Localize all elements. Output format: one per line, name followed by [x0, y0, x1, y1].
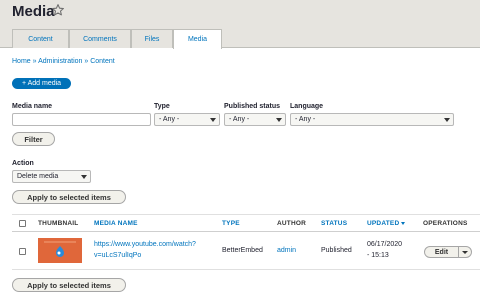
tab-files[interactable]: Files	[131, 29, 173, 48]
chevron-down-icon	[276, 118, 282, 122]
apply-selected-button-bottom[interactable]: Apply to selected items	[12, 278, 126, 292]
sort-desc-icon	[401, 221, 406, 225]
row-checkbox[interactable]	[19, 248, 26, 255]
star-icon[interactable]	[51, 3, 65, 17]
col-operations: OPERATIONS	[423, 220, 468, 227]
col-type[interactable]: TYPE	[222, 220, 240, 227]
chevron-down-icon	[81, 175, 87, 179]
apply-selected-button-top[interactable]: Apply to selected items	[12, 190, 126, 204]
action-select-value: Delete media	[17, 173, 59, 180]
col-author: AUTHOR	[277, 220, 307, 227]
media-name-line1[interactable]: https://www.youtube.com/watch?	[94, 241, 196, 248]
language-select-value: - Any -	[295, 116, 316, 123]
tab-content[interactable]: Content	[12, 29, 69, 48]
table-row: https://www.youtube.com/watch? v=uLcS7ul…	[12, 232, 480, 270]
edit-button[interactable]: Edit	[425, 247, 459, 257]
media-name-input[interactable]	[12, 113, 151, 126]
media-name-line2[interactable]: v=uLcS7ulIqPo	[94, 252, 141, 259]
operations-toggle[interactable]	[459, 247, 471, 257]
breadcrumb[interactable]: Home » Administration » Content	[12, 58, 115, 65]
tab-media[interactable]: Media	[173, 29, 222, 49]
col-thumbnail: THUMBNAIL	[38, 220, 79, 227]
tabs: Content Comments Files Media	[12, 29, 222, 49]
language-label: Language	[290, 103, 324, 110]
page-title: Media	[12, 3, 55, 20]
col-updated-label: UPDATED	[367, 220, 400, 227]
col-status[interactable]: STATUS	[321, 220, 347, 227]
type-label: Type	[154, 103, 170, 110]
chevron-down-icon	[462, 251, 468, 254]
page-header: Media Content Comments Files Media	[0, 0, 480, 49]
action-label: Action	[12, 160, 34, 167]
select-all-checkbox[interactable]	[19, 220, 26, 227]
action-select[interactable]: Delete media	[12, 170, 91, 183]
media-author[interactable]: admin	[277, 247, 296, 254]
col-media-name[interactable]: MEDIA NAME	[94, 220, 138, 227]
language-select[interactable]: - Any -	[290, 113, 454, 126]
status-select-value: - Any -	[229, 116, 250, 123]
operations-dropbutton: Edit	[424, 246, 472, 258]
tab-comments[interactable]: Comments	[69, 29, 131, 48]
updated-date: 06/17/2020	[367, 241, 403, 248]
type-select[interactable]: - Any -	[154, 113, 220, 126]
media-thumbnail[interactable]	[38, 238, 82, 263]
drupal-logo-icon	[38, 238, 82, 263]
type-select-value: - Any -	[159, 116, 180, 123]
chevron-down-icon	[210, 118, 216, 122]
media-status: Published	[321, 247, 352, 254]
table-header: THUMBNAIL MEDIA NAME TYPE AUTHOR STATUS …	[12, 214, 480, 232]
media-name-label: Media name	[12, 103, 53, 110]
published-status-select[interactable]: - Any -	[224, 113, 286, 126]
chevron-down-icon	[444, 118, 450, 122]
updated-time: - 15:13	[367, 252, 389, 259]
media-type: BetterEmbed	[222, 247, 263, 254]
filter-button[interactable]: Filter	[12, 132, 55, 146]
add-media-button[interactable]: + Add media	[12, 78, 71, 89]
col-updated[interactable]: UPDATED	[367, 220, 406, 227]
published-status-label: Published status	[224, 103, 281, 110]
